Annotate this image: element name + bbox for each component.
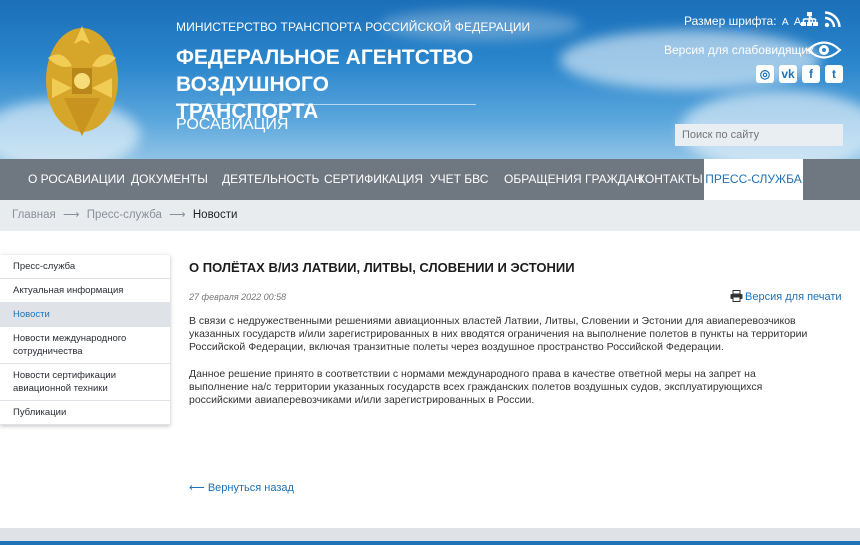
print-version-link[interactable]: Версия для печати	[730, 290, 842, 303]
nav-item-about[interactable]: О Росавиации	[28, 159, 125, 200]
article-title: О полётах в/из Латвии, Литвы, Словении и…	[189, 260, 575, 275]
sidebar-item-intl-news[interactable]: Новости международного сотрудничества	[0, 327, 170, 364]
vk-icon[interactable]: vk	[779, 65, 797, 83]
twitter-icon[interactable]: t	[825, 65, 843, 83]
font-size-label: Размер шрифта:	[684, 14, 777, 28]
rss-icon[interactable]	[824, 11, 841, 28]
breadcrumb-home[interactable]: Главная	[12, 209, 56, 221]
nav-item-documents[interactable]: Документы	[131, 159, 208, 200]
arrow-right-icon: ⟶	[169, 209, 186, 221]
printer-icon	[730, 290, 743, 302]
emblem-icon[interactable]	[42, 18, 122, 144]
font-size-control: Размер шрифта: A A A	[684, 14, 815, 28]
article-paragraph: В связи с недружественными решениями ави…	[189, 315, 808, 353]
agency-title[interactable]: ФЕДЕРАЛЬНОЕ АГЕНТСТВО ВОЗДУШНОГО ТРАНСПО…	[176, 44, 476, 125]
back-link[interactable]: ⟵ Вернуться назад	[189, 481, 294, 494]
footer-accent-line	[0, 541, 860, 545]
low-vision-link[interactable]: Версия для слабовидящих	[664, 43, 814, 57]
search-input[interactable]	[675, 124, 843, 146]
main-content: Пресс-служба Актуальная информация Новос…	[0, 231, 860, 528]
arrow-right-icon: ⟶	[62, 209, 80, 221]
sidebar-item-publications[interactable]: Публикации	[0, 401, 170, 425]
eye-icon[interactable]	[806, 40, 842, 60]
instagram-icon[interactable]: ◎	[756, 65, 774, 83]
nav-item-activity[interactable]: Деятельность	[222, 159, 319, 200]
sidebar-item-cert-news[interactable]: Новости сертификации авиационной техники	[0, 364, 170, 401]
sidebar-item-actual[interactable]: Актуальная информация	[0, 279, 170, 303]
nav-item-appeals[interactable]: Обращения граждан	[504, 159, 643, 200]
nav-item-press[interactable]: Пресс-служба	[704, 159, 803, 200]
article-date: 27 февраля 2022 00:58	[189, 292, 287, 302]
breadcrumb-press[interactable]: Пресс-служба	[87, 209, 162, 221]
agency-title-line1: ФЕДЕРАЛЬНОЕ АГЕНТСТВО	[176, 46, 474, 69]
arrow-left-icon: ⟵	[189, 482, 208, 494]
font-size-small-button[interactable]: A	[782, 17, 789, 28]
sidebar-item-press[interactable]: Пресс-служба	[0, 255, 170, 279]
breadcrumb: Главная ⟶ Пресс-служба ⟶ Новости	[0, 200, 860, 231]
print-version-label: Версия для печати	[745, 291, 842, 303]
agency-short-name: РОСАВИАЦИЯ	[176, 116, 289, 133]
sitemap-icon[interactable]	[800, 11, 819, 28]
article-paragraph: Данное решение принято в соответствии с …	[189, 368, 763, 406]
breadcrumb-current: Новости	[192, 209, 238, 221]
sidebar: Пресс-служба Актуальная информация Новос…	[0, 255, 170, 425]
ministry-title: МИНИСТЕРСТВО ТРАНСПОРТА РОССИЙСКОЙ ФЕДЕР…	[176, 20, 531, 34]
nav-item-certification[interactable]: Сертификация	[324, 159, 423, 200]
main-nav: О Росавиации Документы Деятельность Серт…	[0, 159, 860, 200]
nav-item-uav[interactable]: Учет БВС	[430, 159, 488, 200]
back-label: Вернуться назад	[207, 482, 294, 494]
sidebar-item-news[interactable]: Новости	[0, 303, 170, 327]
facebook-icon[interactable]: f	[802, 65, 820, 83]
nav-item-contacts[interactable]: Контакты	[638, 159, 703, 200]
header-divider	[176, 104, 476, 105]
site-header: МИНИСТЕРСТВО ТРАНСПОРТА РОССИЙСКОЙ ФЕДЕР…	[0, 0, 860, 159]
